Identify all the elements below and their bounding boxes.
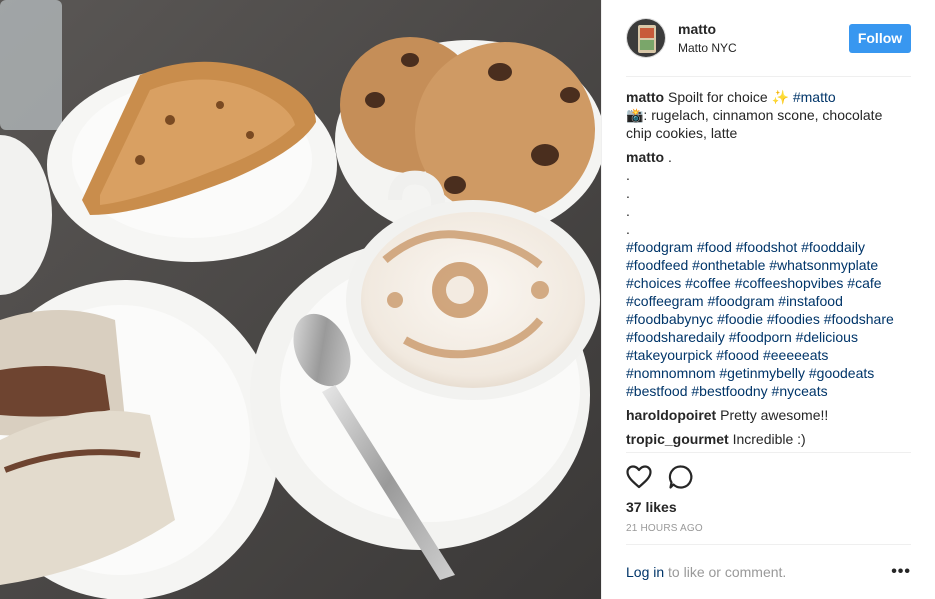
action-bar bbox=[626, 462, 694, 492]
comment-dot-line: . bbox=[626, 185, 630, 201]
food-photo-illustration bbox=[0, 0, 601, 599]
avatar-image bbox=[627, 19, 665, 57]
caption-text: Spoilt for choice ✨ bbox=[668, 89, 793, 105]
login-prompt: Log in to like or comment. bbox=[626, 564, 891, 580]
comment-bubble-icon[interactable] bbox=[668, 464, 694, 490]
comment-text: Pretty awesome!! bbox=[720, 407, 829, 423]
caption: matto Spoilt for choice ✨ #matto 📸: ruge… bbox=[626, 88, 911, 142]
hashtag-list[interactable]: #foodgram #food #foodshot #fooddaily #fo… bbox=[626, 238, 911, 400]
comments-list[interactable]: matto Spoilt for choice ✨ #matto 📸: ruge… bbox=[626, 77, 911, 453]
author-info: matto Matto NYC bbox=[678, 20, 849, 56]
comment-username[interactable]: tropic_gourmet bbox=[626, 431, 729, 447]
more-options-icon[interactable]: ••• bbox=[891, 563, 911, 581]
comment-dot-line: . bbox=[626, 203, 630, 219]
login-prompt-text: to like or comment. bbox=[664, 564, 787, 580]
login-link[interactable]: Log in bbox=[626, 564, 664, 580]
comment-text: . bbox=[668, 149, 672, 165]
post-modal: matto Matto NYC Follow matto Spoilt for … bbox=[0, 0, 935, 599]
comment-text: Incredible :) bbox=[732, 431, 806, 447]
caption-hashtag[interactable]: #matto bbox=[793, 89, 836, 105]
comment-dot-line: . bbox=[626, 221, 630, 237]
avatar[interactable] bbox=[626, 18, 666, 58]
author-username[interactable]: matto bbox=[678, 20, 849, 38]
comment-item: haroldopoiret Pretty awesome!! bbox=[626, 406, 911, 424]
follow-button[interactable]: Follow bbox=[849, 23, 911, 53]
post-header: matto Matto NYC Follow bbox=[626, 0, 911, 77]
comment-username[interactable]: matto bbox=[626, 149, 664, 165]
post-sidebar: matto Matto NYC Follow matto Spoilt for … bbox=[601, 0, 935, 599]
comment-footer: Log in to like or comment. ••• bbox=[626, 544, 911, 599]
comment-dot-line: . bbox=[626, 167, 630, 183]
comment-item: tropic_gourmet Incredible :) bbox=[626, 430, 911, 448]
comment-username[interactable]: haroldopoiret bbox=[626, 407, 716, 423]
heart-icon[interactable] bbox=[626, 465, 652, 489]
caption-line2: 📸: rugelach, cinnamon scone, chocolate c… bbox=[626, 107, 883, 141]
post-photo[interactable] bbox=[0, 0, 601, 599]
author-comment: matto . . . . . #foodgram #food #foodsho… bbox=[626, 148, 911, 400]
post-location[interactable]: Matto NYC bbox=[678, 40, 849, 56]
post-timestamp[interactable]: 21 HOURS AGO bbox=[626, 522, 703, 536]
likes-count[interactable]: 37 likes bbox=[626, 498, 677, 516]
caption-username[interactable]: matto bbox=[626, 89, 664, 105]
